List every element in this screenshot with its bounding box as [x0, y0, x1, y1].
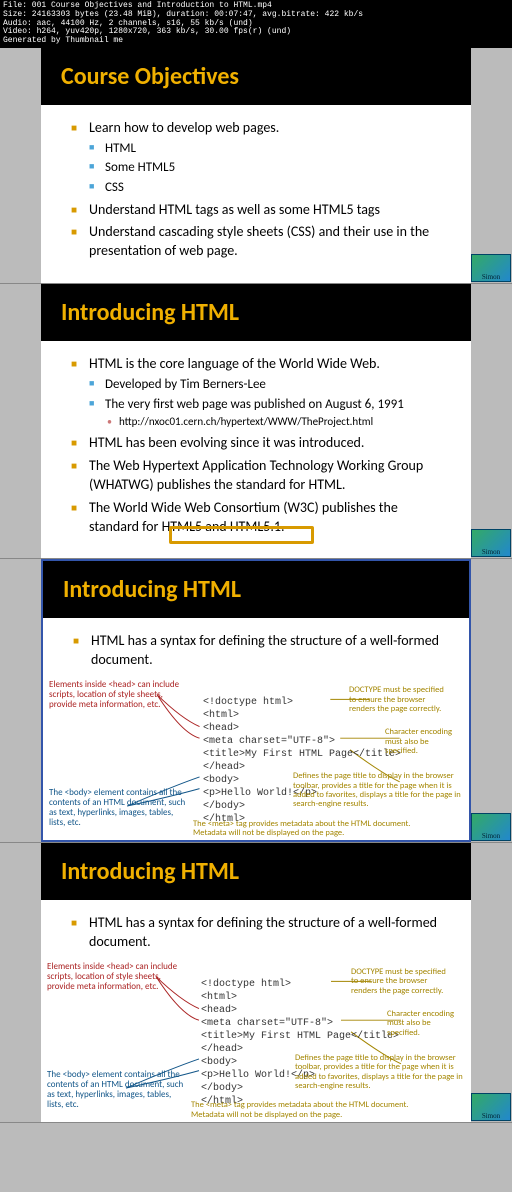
- bullet-4: The World Wide Web Consortium (W3C) publ…: [71, 499, 449, 537]
- annotation-head: Elements inside <head> can include scrip…: [49, 680, 189, 710]
- sub-bullet: CSS: [89, 179, 449, 197]
- slide-1: Course Objectives Learn how to develop w…: [0, 48, 512, 284]
- annotation-body: The <body> element contains all the cont…: [49, 788, 189, 828]
- bullet-1: HTML has a syntax for defining the struc…: [73, 632, 447, 670]
- logo-icon: Simon: [471, 529, 511, 557]
- sub-bullet: HTML: [89, 140, 449, 158]
- annotation-head: Elements inside <head> can include scrip…: [47, 962, 187, 992]
- slide-title: Introducing HTML: [43, 561, 469, 618]
- code-diagram: Elements inside <head> can include scrip…: [43, 680, 469, 840]
- bullet-1: HTML has a syntax for defining the struc…: [71, 914, 449, 952]
- annotation-title: Defines the page title to display in the…: [293, 772, 463, 809]
- meta-line: Audio: aac, 44100 Hz, 2 channels, s16, 5…: [3, 19, 253, 28]
- slide-4: Introducing HTML HTML has a syntax for d…: [0, 843, 512, 1123]
- code-line: <title>My First HTML Page</title>: [201, 1030, 399, 1043]
- slide-2: Introducing HTML HTML is the core langua…: [0, 284, 512, 559]
- annotation-meta: The <meta> tag provides metadata about t…: [193, 820, 443, 839]
- sub-bullet: Developed by Tim Berners-Lee: [89, 376, 449, 394]
- bullet-3: The Web Hypertext Application Technology…: [71, 457, 449, 495]
- code-diagram: Elements inside <head> can include scrip…: [41, 962, 471, 1122]
- annotation-charset: Character encoding must also be specifie…: [385, 728, 463, 756]
- slide-content: HTML is the core language of the World W…: [41, 341, 471, 558]
- bullet-2: HTML has been evolving since it was intr…: [71, 434, 449, 453]
- slide-title: Course Objectives: [41, 48, 471, 105]
- annotation-title: Defines the page title to display in the…: [295, 1054, 465, 1091]
- meta-line: Size: 24163303 bytes (23.48 MiB), durati…: [3, 10, 363, 19]
- code-line: <head>: [203, 722, 401, 735]
- meta-line: Video: h264, yuv420p, 1280x720, 363 kb/s…: [3, 27, 291, 36]
- logo-icon: Simon: [471, 254, 511, 282]
- code-line: <meta charset="UTF-8">: [203, 735, 401, 748]
- slide-title: Introducing HTML: [41, 843, 471, 900]
- slide-title: Introducing HTML: [41, 284, 471, 341]
- annotation-body: The <body> element contains all the cont…: [47, 1070, 187, 1110]
- bullet-1: HTML is the core language of the World W…: [71, 355, 449, 430]
- slide-content: HTML has a syntax for defining the struc…: [43, 618, 469, 680]
- meta-line: File: 001 Course Objectives and Introduc…: [3, 1, 272, 10]
- bullet-2: Understand HTML tags as well as some HTM…: [71, 201, 449, 220]
- code-line: <head>: [201, 1004, 399, 1017]
- bullet-text: HTML is the core language of the World W…: [89, 355, 380, 372]
- bullet-1: Learn how to develop web pages. HTML Som…: [71, 119, 449, 197]
- annotation-doctype: DOCTYPE must be specified to ensure the …: [349, 686, 449, 714]
- annotation-meta: The <meta> tag provides metadata about t…: [191, 1101, 441, 1120]
- video-metadata: File: 001 Course Objectives and Introduc…: [0, 0, 512, 48]
- bullet-text: Learn how to develop web pages.: [89, 119, 279, 136]
- slide-content: HTML has a syntax for defining the struc…: [41, 900, 471, 962]
- bullet-3: Understand cascading style sheets (CSS) …: [71, 223, 449, 261]
- logo-icon: Simon: [471, 813, 511, 841]
- code-line: <meta charset="UTF-8">: [201, 1017, 399, 1030]
- sub-bullet: The very first web page was published on…: [89, 396, 449, 430]
- subsub-bullet: http://nxoc01.cern.ch/hypertext/WWW/TheP…: [105, 415, 449, 430]
- sub-bullet: Some HTML5: [89, 159, 449, 177]
- annotation-charset: Character encoding must also be specifie…: [387, 1010, 465, 1038]
- slide-content: Learn how to develop web pages. HTML Som…: [41, 105, 471, 283]
- logo-icon: Simon: [471, 1093, 511, 1121]
- annotation-doctype: DOCTYPE must be specified to ensure the …: [351, 968, 451, 996]
- code-line: <title>My First HTML Page</title>: [203, 748, 401, 761]
- slide-3: Introducing HTML HTML has a syntax for d…: [0, 559, 512, 843]
- meta-line: Generated by Thumbnail me: [3, 36, 123, 45]
